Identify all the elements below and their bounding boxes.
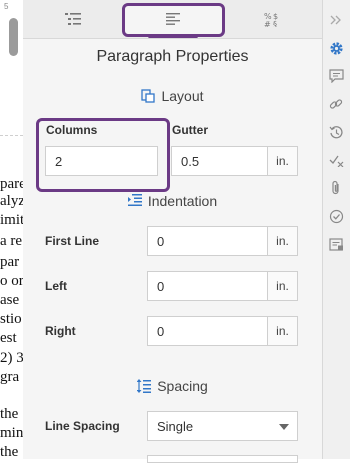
indent-icon	[127, 194, 142, 208]
indentation-section-header: Indentation	[23, 193, 322, 209]
document-scrollbar[interactable]	[9, 18, 18, 56]
tab-list-format[interactable]	[23, 0, 123, 38]
track-changes-icon[interactable]	[328, 152, 344, 168]
document-text-line: o or	[0, 273, 24, 289]
svg-text:#: #	[264, 20, 271, 27]
document-text-line: a re	[0, 233, 23, 249]
panel-tab-bar: % $ # §	[23, 0, 322, 39]
columns-input[interactable]: 2	[45, 146, 158, 176]
layout-section-header: Layout	[23, 88, 322, 104]
comment-icon[interactable]	[328, 68, 344, 84]
layout-icon	[141, 89, 156, 103]
svg-text:§: §	[273, 20, 277, 27]
paragraph-properties-panel: % $ # § Paragraph Properties Layout Columns…	[23, 0, 322, 463]
document-text-line: imit	[0, 212, 24, 228]
spacing-section-header: Spacing	[23, 378, 322, 394]
indentation-section-title: Indentation	[147, 193, 218, 209]
line-spacing-select[interactable]: Single	[147, 411, 298, 441]
first-line-input[interactable]: 0	[147, 226, 268, 256]
columns-label: Columns	[46, 123, 98, 137]
document-text-line: gra	[0, 369, 20, 385]
chevron-down-icon	[279, 424, 289, 430]
left-indent-label: Left	[45, 279, 67, 293]
notes-icon[interactable]	[328, 236, 344, 252]
first-line-unit: in.	[267, 226, 298, 256]
check-circle-icon[interactable]	[328, 208, 344, 224]
first-line-label: First Line	[45, 234, 100, 248]
document-preview: 5 pare alyz imit a re par o or ase stio …	[0, 0, 24, 459]
document-text-line: stio	[0, 311, 22, 327]
document-text-line: alyz	[0, 193, 24, 209]
document-text-line: the	[0, 444, 19, 459]
gutter-label: Gutter	[172, 123, 208, 137]
ruler-number: 5	[4, 2, 9, 11]
gear-icon[interactable]	[328, 40, 344, 56]
line-spacing-label: Line Spacing	[45, 419, 120, 433]
line-spacing-value: Single	[157, 418, 194, 434]
document-text-line: the	[0, 406, 19, 422]
document-text-line: ase	[0, 292, 20, 308]
history-icon[interactable]	[328, 124, 344, 140]
active-tab-indicator	[148, 35, 198, 38]
document-text-line: pare	[0, 176, 24, 192]
right-tool-rail	[322, 0, 350, 459]
page-break-divider	[0, 135, 23, 136]
document-text-line: est	[0, 330, 17, 346]
tab-format[interactable]: % $ # §	[223, 0, 322, 38]
right-indent-unit: in.	[267, 316, 298, 346]
line-spacing-icon	[137, 379, 152, 393]
document-text-line: 2) 3	[0, 350, 24, 366]
link-icon[interactable]	[328, 96, 344, 112]
right-indent-label: Right	[45, 324, 76, 338]
panel-title: Paragraph Properties	[96, 48, 249, 65]
next-field-partial	[147, 455, 298, 463]
left-indent-input[interactable]: 0	[147, 271, 268, 301]
spacing-section-title: Spacing	[157, 378, 208, 394]
layout-section-title: Layout	[161, 88, 204, 104]
gutter-input[interactable]: 0.5	[171, 146, 268, 176]
tab-paragraph[interactable]	[123, 0, 223, 38]
percent-hash-icon: % $ # §	[264, 11, 282, 27]
left-indent-unit: in.	[267, 271, 298, 301]
list-indent-icon	[65, 12, 81, 26]
attachment-icon[interactable]	[328, 180, 344, 196]
right-indent-input[interactable]: 0	[147, 316, 268, 346]
paragraph-align-icon	[166, 13, 180, 25]
document-text-line: min	[0, 425, 24, 441]
gutter-unit: in.	[267, 146, 298, 176]
document-text-line: par	[0, 254, 20, 270]
chevron-double-right-icon[interactable]	[328, 12, 344, 28]
